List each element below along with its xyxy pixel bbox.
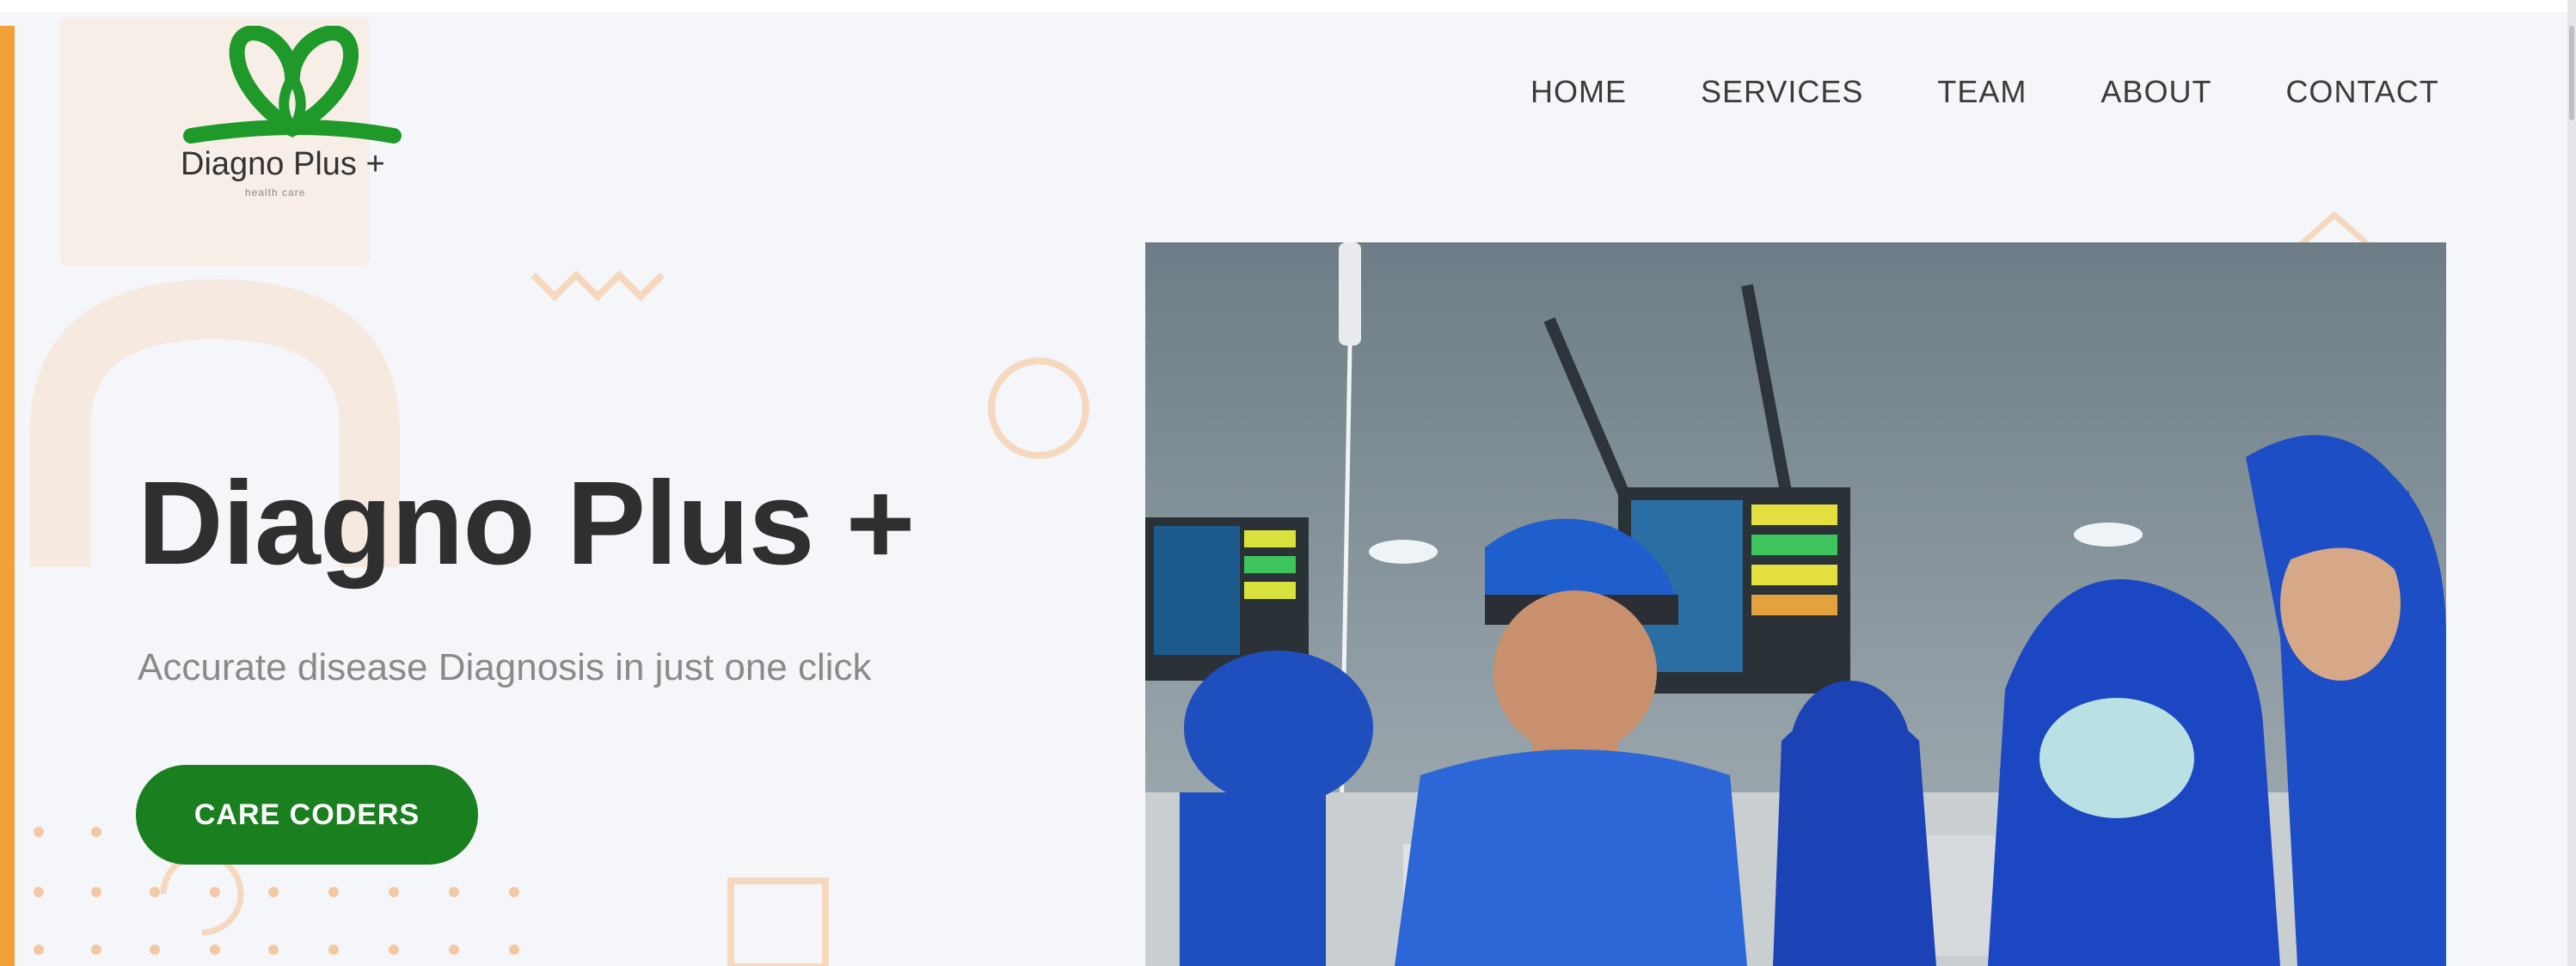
hero-subtitle: Accurate disease Diagnosis in just one c… — [138, 646, 872, 688]
nav-about[interactable]: ABOUT — [2101, 74, 2211, 110]
brand-tagline: health care — [245, 186, 306, 199]
hero-image — [1145, 242, 2446, 966]
nav-team[interactable]: TEAM — [1937, 74, 2027, 110]
nav-contact[interactable]: CONTACT — [2285, 74, 2438, 110]
medical-team-photo-icon — [1145, 242, 2446, 966]
scrollbar-thumb[interactable] — [2569, 26, 2574, 120]
nav-home[interactable]: HOME — [1530, 74, 1627, 110]
main-nav: HOME SERVICES TEAM ABOUT CONTACT — [1530, 74, 2439, 110]
nav-services[interactable]: SERVICES — [1701, 74, 1863, 110]
hero-title: Diagno Plus + — [138, 457, 915, 590]
care-coders-button[interactable]: CARE CODERS — [136, 765, 478, 865]
brand-name: Diagno Plus + — [181, 146, 385, 182]
scrollbar[interactable] — [2567, 0, 2576, 966]
